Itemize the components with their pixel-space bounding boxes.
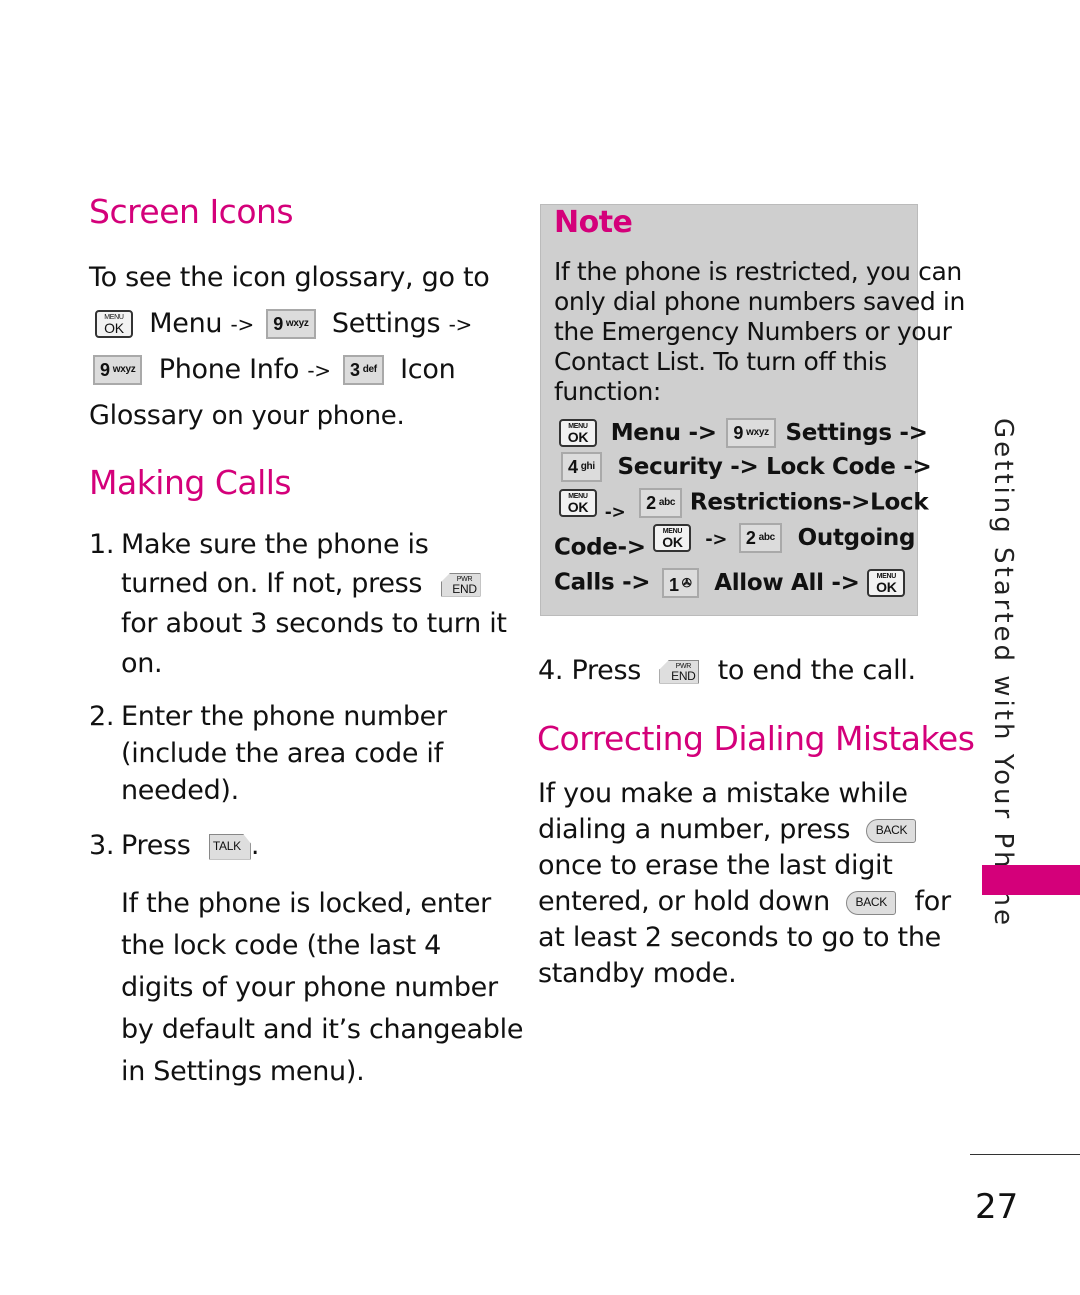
locked-line5: in Settings menu). <box>121 1056 365 1087</box>
icon-label: Icon <box>400 353 456 385</box>
key-9-icon: 9 wxyz <box>93 355 143 385</box>
note-step-2: 4 ghi Security -> Lock Code -> <box>561 452 932 482</box>
menu-ok-key-icon: MENU OK <box>653 524 692 552</box>
note-line: the Emergency Numbers or your <box>554 317 952 346</box>
arrow: -> <box>448 312 473 337</box>
key-9-icon: 9 wxyz <box>726 418 776 448</box>
arrow: -> <box>307 358 331 383</box>
key-2-icon: 2 abc <box>639 488 683 518</box>
step2-line3: needed). <box>121 775 239 806</box>
correcting-line4: entered, or hold down BACK for <box>538 886 951 917</box>
page-number: 27 <box>975 1187 1019 1227</box>
locked-line1: If the phone is locked, enter <box>121 888 491 919</box>
footer-rule <box>970 1154 1080 1155</box>
key-4-icon: 4 ghi <box>561 452 602 482</box>
section-side-label: Getting Started with Your Phone <box>988 418 1018 929</box>
note-step-3: MENU OK -> 2 abc Restrictions->Lock <box>559 488 929 523</box>
step2-number: 2. <box>89 701 115 732</box>
step1-line1: Make sure the phone is <box>121 529 429 560</box>
locked-line3: digits of your phone number <box>121 972 498 1003</box>
note-step-4: Code-> MENU OK -> 2 abc Outgoing <box>554 523 916 561</box>
end-key-icon: PWR END <box>659 659 700 684</box>
menu-ok-key-icon: MENU OK <box>867 569 906 597</box>
menu-ok-key-icon: MENU OK <box>95 310 133 338</box>
note-step-1: MENU OK Menu -> 9 wxyz Settings -> <box>559 418 928 448</box>
phone-info-label: Phone Info <box>158 353 300 385</box>
key-9-icon: 9 wxyz <box>266 309 316 339</box>
talk-key-icon: TALK <box>209 834 251 860</box>
step2-line2: (include the area code if <box>121 738 443 769</box>
screen-icons-path-line3: Glossary on your phone. <box>89 400 405 431</box>
menu-label: Menu <box>149 307 223 339</box>
note-line: If the phone is restricted, you can <box>554 257 962 286</box>
section-tab-marker <box>982 865 1080 895</box>
correcting-line2: dialing a number, press BACK <box>538 816 917 843</box>
step3-number: 3. <box>89 830 115 861</box>
correcting-line6: standby mode. <box>538 958 737 989</box>
on-your-phone-text: on your phone. <box>211 401 405 431</box>
step3-line: Press TALK. <box>121 830 260 861</box>
screen-icons-intro: To see the icon glossary, go to <box>89 262 490 293</box>
step1-number: 1. <box>89 529 115 560</box>
step1-line2: turned on. If not, press PWR END <box>121 570 481 597</box>
screen-icons-path-line2: 9 wxyz Phone Info -> 3 def Icon <box>93 353 456 385</box>
key-3-icon: 3 def <box>343 355 384 385</box>
key-2-icon: 2 abc <box>738 523 782 553</box>
step4-line: 4. Press PWR END to end the call. <box>538 655 916 686</box>
note-line: only dial phone numbers saved in <box>554 287 965 316</box>
menu-ok-key-icon: MENU OK <box>559 419 597 447</box>
correcting-line3: once to erase the last digit <box>538 850 893 881</box>
note-line: Contact List. To turn off this <box>554 347 887 376</box>
menu-ok-key-icon: MENU OK <box>559 489 597 517</box>
step1-line4: on. <box>121 648 163 679</box>
step4-number: 4. <box>538 655 564 686</box>
screen-icons-path-line1: MENU OK Menu -> 9 wxyz Settings -> <box>95 309 472 339</box>
correcting-heading: Correcting Dialing Mistakes <box>537 719 975 758</box>
step1-line3: for about 3 seconds to turn it <box>121 608 507 639</box>
note-title: Note <box>554 205 633 240</box>
note-step-5: Calls -> 1 ✇ Allow All -> MENU OK <box>554 568 906 598</box>
note-line: function: <box>554 377 661 406</box>
screen-icons-heading: Screen Icons <box>89 192 294 231</box>
correcting-line1: If you make a mistake while <box>538 778 908 809</box>
glossary-label: Glossary <box>89 400 204 431</box>
key-1-voicemail-icon: 1 ✇ <box>662 568 699 598</box>
arrow: -> <box>230 312 255 337</box>
locked-line2: the lock code (the last 4 <box>121 930 442 961</box>
settings-label: Settings <box>331 307 441 339</box>
back-key-icon: BACK <box>846 890 897 915</box>
end-key-icon: PWR END <box>440 572 481 597</box>
step2-line1: Enter the phone number <box>121 701 447 732</box>
back-key-icon: BACK <box>866 818 917 843</box>
locked-line4: by default and it’s changeable <box>121 1014 524 1045</box>
making-calls-heading: Making Calls <box>89 463 292 502</box>
note-box: Note If the phone is restricted, you can… <box>540 204 965 616</box>
correcting-line5: at least 2 seconds to go to the <box>538 922 941 953</box>
